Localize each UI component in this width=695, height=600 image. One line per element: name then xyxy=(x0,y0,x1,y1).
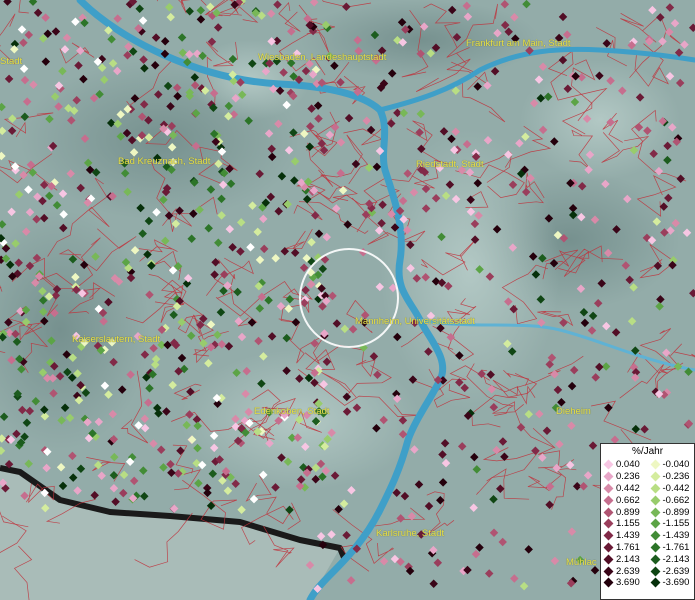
legend-row: 2.639 -2.639 xyxy=(601,565,694,577)
legend-entry-positive: 1.439 xyxy=(601,530,648,541)
city-label-dieheim: Dieheim xyxy=(556,406,591,417)
legend-value: 3.690 xyxy=(616,577,640,589)
legend-row: 0.899 -0.899 xyxy=(601,506,694,518)
legend-swatch xyxy=(650,507,660,518)
legend-entry-positive: 0.236 xyxy=(601,471,648,482)
legend-entry-negative: -1.439 xyxy=(648,530,695,541)
city-label-riedstadt: Riedstadt, Stadt xyxy=(416,159,484,170)
map-view[interactable]: Wiesbaden, Landeshauptstadt Frankfurt am… xyxy=(0,0,695,600)
legend-entry-positive: 0.442 xyxy=(601,483,648,494)
legend-entry-negative: -1.761 xyxy=(648,542,695,553)
legend-row: 2.143 -2.143 xyxy=(601,553,694,565)
legend-value: -3.690 xyxy=(662,577,690,589)
legend-entry-negative: -0.236 xyxy=(648,471,695,482)
legend-swatch xyxy=(650,471,660,482)
legend-value: -0.662 xyxy=(662,494,690,506)
legend-swatch xyxy=(603,507,614,518)
legend-swatch xyxy=(650,459,660,470)
legend-swatch xyxy=(603,554,614,565)
city-label-kaiserslautern: Kaiserslautern, Stadt xyxy=(72,334,161,345)
legend-value: 1.439 xyxy=(616,530,640,542)
legend-entry-negative: -2.143 xyxy=(648,554,695,565)
legend-value: -2.143 xyxy=(662,553,690,565)
legend-row: 0.040 -0.040 xyxy=(601,459,694,471)
legend-row: 3.690 -3.690 xyxy=(601,577,694,589)
legend-value: -0.236 xyxy=(662,471,690,483)
legend-row: 0.236 -0.236 xyxy=(601,471,694,483)
legend-row: 0.442 -0.442 xyxy=(601,483,694,495)
city-label-frankfurt: Frankfurt am Main, Stadt xyxy=(466,38,571,49)
legend-swatch xyxy=(650,577,660,588)
legend-entry-negative: -3.690 xyxy=(648,577,695,588)
legend-swatch xyxy=(603,459,614,470)
legend-value: 1.155 xyxy=(616,518,640,530)
legend-row: 1.761 -1.761 xyxy=(601,542,694,554)
legend-value: 2.639 xyxy=(616,565,640,577)
legend-swatch xyxy=(603,566,614,577)
legend-row: 1.439 -1.439 xyxy=(601,530,694,542)
legend-entry-negative: -0.899 xyxy=(648,507,695,518)
city-label-edenkoben: Edenkoben, Stadt xyxy=(254,406,330,417)
city-label-wiesbaden: Wiesbaden, Landeshauptstadt xyxy=(258,52,387,63)
legend-value: 2.143 xyxy=(616,553,640,565)
legend-entry-negative: -0.442 xyxy=(648,483,695,494)
legend-value: 0.662 xyxy=(616,494,640,506)
legend-entry-positive: 0.040 xyxy=(601,459,648,470)
legend-value: 0.899 xyxy=(616,506,640,518)
legend-value: 0.236 xyxy=(616,471,640,483)
legend-swatch xyxy=(650,554,660,565)
legend-row: 0.662 -0.662 xyxy=(601,494,694,506)
legend-title: %/Jahr xyxy=(631,446,664,457)
legend-row: 1.155 -1.155 xyxy=(601,518,694,530)
city-label-karlsruhe: Karlsruhe, Stadt xyxy=(376,528,445,539)
legend-swatch xyxy=(603,542,614,553)
legend-swatch xyxy=(603,483,614,494)
legend-entry-negative: -1.155 xyxy=(648,518,695,529)
legend-entry-positive: 1.155 xyxy=(601,518,648,529)
legend-swatch xyxy=(603,471,614,482)
legend-value: -2.639 xyxy=(662,565,690,577)
legend-entry-positive: 1.761 xyxy=(601,542,648,553)
legend-value: -0.899 xyxy=(662,506,690,518)
city-label-bad-kreuznach: Bad Kreuznach, Stadt xyxy=(118,156,211,167)
legend-swatch xyxy=(650,566,660,577)
legend-entry-positive: 2.143 xyxy=(601,554,648,565)
legend-entry-positive: 2.639 xyxy=(601,566,648,577)
legend-entry-negative: -0.040 xyxy=(648,459,695,470)
legend-value: -0.040 xyxy=(662,459,690,471)
city-label-mannheim: Mannheim, Universitätsstadt xyxy=(355,316,475,327)
terrain-map xyxy=(0,0,695,600)
legend-swatch xyxy=(603,495,614,506)
legend-value: 1.761 xyxy=(616,541,640,553)
legend-value: 0.040 xyxy=(616,459,640,471)
legend-entry-positive: 0.899 xyxy=(601,507,648,518)
legend-swatch xyxy=(650,530,660,541)
legend-swatch xyxy=(603,518,614,529)
city-label-stadt: Stadt xyxy=(0,56,23,67)
legend-swatch xyxy=(650,542,660,553)
legend-entry-positive: 3.690 xyxy=(601,577,648,588)
legend-value: -1.439 xyxy=(662,530,690,542)
legend-entry-positive: 0.662 xyxy=(601,495,648,506)
legend-swatch xyxy=(603,530,614,541)
legend-rows: 0.040 -0.040 0.236 -0.236 0.442 -0.442 0.662 -0… xyxy=(601,459,694,589)
legend-swatch xyxy=(650,483,660,494)
legend-value: -1.155 xyxy=(662,518,690,530)
legend-entry-negative: -0.662 xyxy=(648,495,695,506)
legend-entry-negative: -2.639 xyxy=(648,566,695,577)
legend-swatch xyxy=(603,577,614,588)
city-label-muehlac: Mühlac xyxy=(566,557,597,568)
legend-swatch xyxy=(650,495,660,506)
legend-value: -0.442 xyxy=(662,482,690,494)
legend-value: -1.761 xyxy=(662,541,690,553)
map-legend: %/Jahr 0.040 -0.040 0.236 -0.236 0.442 -0.442… xyxy=(600,443,695,600)
legend-swatch xyxy=(650,518,660,529)
legend-value: 0.442 xyxy=(616,482,640,494)
